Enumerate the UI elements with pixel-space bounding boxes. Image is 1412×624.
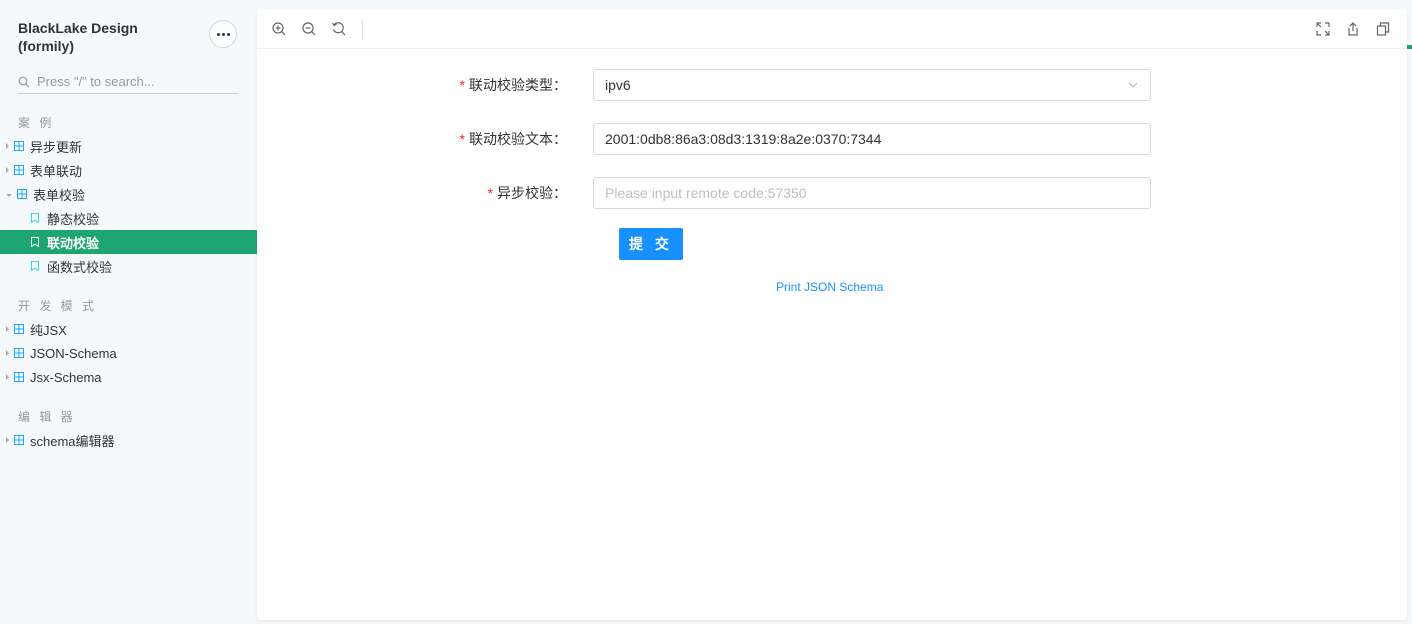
sidebar-item-pure-jsx[interactable]: 纯JSX	[0, 317, 257, 341]
sidebar-item-static-validation[interactable]: 静态校验	[0, 206, 257, 230]
sidebar-item-label: 异步更新	[30, 139, 83, 155]
component-icon	[14, 165, 24, 175]
sidebar-item-label: 表单校验	[33, 187, 86, 203]
bookmark-icon	[31, 237, 39, 247]
zoom-out-icon[interactable]	[301, 21, 317, 37]
async-validation-input[interactable]: Please input remote code:57350	[593, 177, 1151, 209]
dot	[216, 32, 220, 36]
label-colon: ：	[553, 77, 567, 93]
copy-icon[interactable]	[1375, 21, 1391, 37]
brand-line-1: BlackLake Design	[18, 20, 138, 36]
component-icon	[14, 348, 24, 358]
sidebar-item-jsx-schema[interactable]: Jsx-Schema	[0, 365, 257, 389]
form-row-linkage-type: * 联动校验类型： ipv6	[257, 69, 1151, 101]
chevron-down-icon	[1128, 82, 1138, 88]
sidebar: BlackLake Design (formily) 案 例 异步更新 表单联动…	[0, 0, 257, 624]
section-title-cases: 案 例	[18, 116, 55, 130]
required-mark: *	[487, 185, 493, 201]
sidebar-item-label: JSON-Schema	[30, 345, 117, 361]
sidebar-item-label: 函数式校验	[47, 259, 113, 275]
collapsed-caret-icon	[6, 374, 9, 380]
sidebar-item-label: 纯JSX	[30, 322, 67, 338]
dot	[221, 32, 225, 36]
zoom-in-icon[interactable]	[271, 21, 287, 37]
search-box[interactable]	[18, 70, 238, 94]
sidebar-item-linkage-validation[interactable]: 联动校验	[0, 230, 257, 254]
bookmark-icon	[31, 213, 39, 223]
sidebar-item-form-linkage[interactable]: 表单联动	[0, 158, 257, 182]
field-label: * 联动校验类型：	[257, 75, 593, 95]
share-icon[interactable]	[1345, 21, 1361, 37]
expanded-caret-icon	[6, 193, 12, 197]
component-icon	[14, 141, 24, 151]
sidebar-item-label: Jsx-Schema	[30, 369, 102, 385]
search-icon	[18, 76, 30, 87]
collapsed-caret-icon	[6, 326, 9, 332]
field-label: * 联动校验文本：	[257, 129, 593, 149]
sidebar-item-label: 静态校验	[47, 211, 100, 227]
linkage-text-input[interactable]: 2001:0db8:86a3:08d3:1319:8a2e:0370:7344	[593, 123, 1151, 155]
collapsed-caret-icon	[6, 143, 9, 149]
select-value: ipv6	[605, 77, 631, 93]
more-options-button[interactable]	[209, 20, 237, 48]
required-mark: *	[459, 131, 465, 147]
component-icon	[14, 372, 24, 382]
toolbar	[257, 9, 1407, 49]
input-placeholder: Please input remote code:57350	[605, 185, 807, 201]
dot	[226, 32, 230, 36]
form-row-linkage-text: * 联动校验文本： 2001:0db8:86a3:08d3:1319:8a2e:0…	[257, 123, 1151, 155]
form-row-async-validation: * 异步校验： Please input remote code:57350	[257, 177, 1151, 209]
field-label: * 异步校验：	[257, 183, 593, 203]
sidebar-item-schema-editor[interactable]: schema编辑器	[0, 428, 257, 452]
sidebar-item-form-validation[interactable]: 表单校验	[0, 182, 257, 206]
fullscreen-icon[interactable]	[1315, 21, 1331, 37]
component-icon	[17, 189, 27, 199]
section-title-editor: 编 辑 器	[18, 410, 76, 424]
sidebar-item-label: schema编辑器	[30, 433, 115, 449]
collapsed-caret-icon	[6, 350, 9, 356]
sidebar-item-json-schema[interactable]: JSON-Schema	[0, 341, 257, 365]
bookmark-icon	[31, 261, 39, 271]
collapsed-caret-icon	[6, 437, 9, 443]
collapsed-caret-icon	[6, 167, 9, 173]
submit-button[interactable]: 提 交	[619, 228, 683, 260]
linkage-type-select[interactable]: ipv6	[593, 69, 1151, 101]
toolbar-separator	[362, 19, 363, 39]
reset-zoom-icon[interactable]	[331, 21, 347, 37]
section-title-dev-mode: 开 发 模 式	[18, 299, 98, 313]
print-json-schema-link[interactable]: Print JSON Schema	[776, 280, 883, 294]
required-mark: *	[459, 77, 465, 93]
label-colon: ：	[553, 185, 567, 201]
field-label-text: 异步校验	[497, 185, 553, 201]
label-colon: ：	[553, 131, 567, 147]
sidebar-item-label: 联动校验	[47, 235, 100, 251]
sidebar-item-function-validation[interactable]: 函数式校验	[0, 254, 257, 278]
input-value: 2001:0db8:86a3:08d3:1319:8a2e:0370:7344	[605, 131, 882, 147]
component-icon	[14, 435, 24, 445]
search-input[interactable]	[37, 74, 227, 89]
scroll-indicator	[1407, 45, 1412, 49]
preview-panel: * 联动校验类型： ipv6 * 联动校验文本： 2001:0db8:86a3:08…	[257, 9, 1407, 620]
sidebar-item-async-update[interactable]: 异步更新	[0, 134, 257, 158]
field-label-text: 联动校验文本	[469, 131, 553, 147]
component-icon	[14, 324, 24, 334]
brand-line-2: (formily)	[18, 38, 74, 54]
brand-title: BlackLake Design (formily)	[18, 19, 198, 55]
field-label-text: 联动校验类型	[469, 77, 553, 93]
sidebar-item-label: 表单联动	[30, 163, 83, 179]
